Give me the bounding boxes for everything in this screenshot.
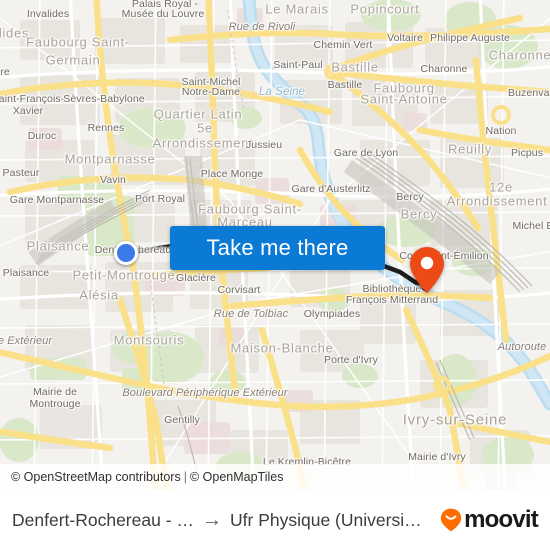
map-container[interactable]: InvalidesalidesPalais Royal -Musée du Lo… xyxy=(0,0,550,490)
moovit-logo[interactable]: moovit xyxy=(440,506,539,533)
route-summary[interactable]: Denfert-Rochereau - D… → Ufr Physique (U… xyxy=(12,510,434,531)
moovit-trip-map-screen: InvalidesalidesPalais Royal -Musée du Lo… xyxy=(0,0,550,550)
take-me-there-button[interactable]: Take me there xyxy=(170,226,385,270)
moovit-pin-icon xyxy=(440,508,462,532)
start-point-marker[interactable] xyxy=(114,241,138,265)
destination-pin-marker[interactable] xyxy=(410,247,444,293)
arrow-right-icon: → xyxy=(202,509,222,531)
trip-footer-bar: Denfert-Rochereau - D… → Ufr Physique (U… xyxy=(0,490,550,550)
openmaptiles-attribution-link[interactable]: © OpenMapTiles xyxy=(190,470,284,484)
destination-label[interactable]: Ufr Physique (Université … xyxy=(230,510,422,531)
moovit-wordmark: moovit xyxy=(464,506,539,533)
attribution-separator: | xyxy=(183,470,187,484)
origin-label[interactable]: Denfert-Rochereau - D… xyxy=(12,510,194,531)
osm-attribution-link[interactable]: © OpenStreetMap contributors xyxy=(11,470,181,484)
map-attribution-bar: © OpenStreetMap contributors | © OpenMap… xyxy=(0,464,550,490)
